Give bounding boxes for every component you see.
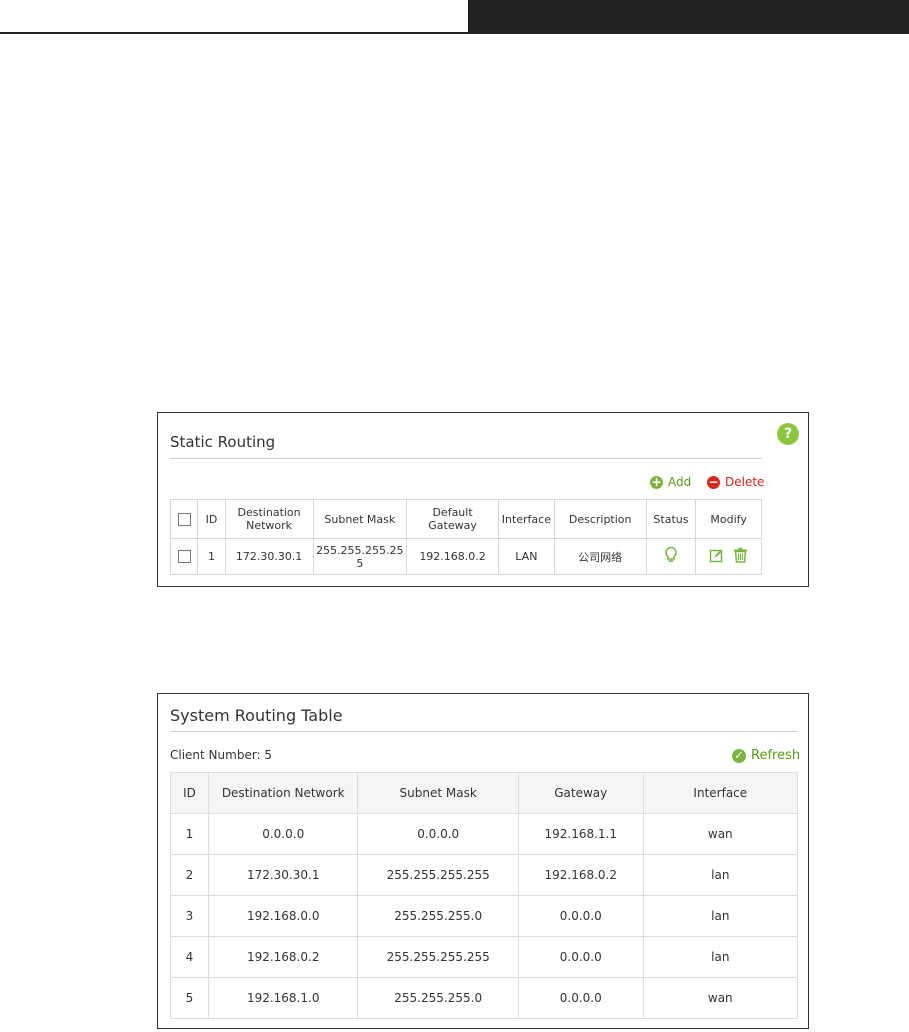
table-row: 2 172.30.30.1 255.255.255.255 192.168.0.…: [170, 854, 799, 896]
minus-circle-icon: −: [707, 474, 720, 489]
table-row: 3 192.168.0.0 255.255.255.0 0.0.0.0 lan: [170, 895, 799, 937]
select-all-cell: [169, 499, 199, 539]
cell-destination: 172.30.30.1: [207, 854, 359, 896]
col-subnet-mask: Subnet Mask: [357, 772, 519, 814]
cell-modify: [695, 538, 762, 575]
add-button[interactable]: + Add: [650, 475, 691, 489]
col-id: ID: [197, 499, 226, 539]
cell-id: 1: [170, 813, 209, 855]
col-gateway: Default Gateway: [406, 499, 500, 539]
delete-button[interactable]: − Delete: [707, 475, 764, 489]
cell-destination: 192.168.1.0: [207, 977, 359, 1019]
row-select-cell: [169, 538, 199, 575]
table-row: 4 192.168.0.2 255.255.255.255 0.0.0.0 la…: [170, 936, 799, 978]
cell-destination: 172.30.30.1: [224, 538, 314, 575]
cell-id: 3: [170, 895, 209, 937]
system-routing-title: System Routing Table: [170, 706, 343, 725]
table-header-row: ID Destination Network Subnet Mask Defau…: [169, 499, 762, 539]
add-label: Add: [668, 475, 692, 489]
cell-interface: wan: [642, 813, 799, 855]
system-routing-panel: System Routing Table Client Number: 5 ✓ …: [157, 693, 809, 1029]
row-checkbox[interactable]: [177, 550, 191, 564]
static-routing-table: ID Destination Network Subnet Mask Defau…: [169, 499, 762, 575]
cell-id: 5: [170, 977, 209, 1019]
cell-destination: 0.0.0.0: [207, 813, 359, 855]
cell-subnet-mask: 0.0.0.0: [357, 813, 519, 855]
cell-gateway: 0.0.0.0: [517, 977, 644, 1019]
col-interface: Interface: [642, 772, 799, 814]
cell-interface: LAN: [498, 538, 555, 575]
cell-destination: 192.168.0.2: [207, 936, 359, 978]
col-status: Status: [645, 499, 697, 539]
refresh-icon: ✓: [732, 748, 746, 763]
col-id: ID: [170, 772, 209, 814]
cell-interface: wan: [642, 977, 799, 1019]
select-all-checkbox[interactable]: [177, 512, 191, 526]
lightbulb-icon[interactable]: [664, 546, 678, 567]
system-routing-divider: [170, 731, 798, 732]
cell-gateway: 192.168.0.2: [406, 538, 500, 575]
refresh-label: Refresh: [751, 748, 801, 763]
delete-label: Delete: [725, 475, 765, 489]
cell-subnet-mask: 255.255.255.0: [357, 895, 519, 937]
cell-subnet-mask: 255.255.255.255: [357, 854, 519, 896]
cell-gateway: 0.0.0.0: [517, 895, 644, 937]
client-number: Client Number: 5: [170, 748, 273, 762]
cell-gateway: 192.168.1.1: [517, 813, 644, 855]
cell-subnet-mask: 255.255.255.255: [357, 936, 519, 978]
table-row: 1 172.30.30.1 255.255.255.25 5 192.168.0…: [169, 538, 762, 575]
table-row: 5 192.168.1.0 255.255.255.0 0.0.0.0 wan: [170, 977, 799, 1019]
page-header-rule: [0, 32, 909, 34]
col-gateway: Gateway: [517, 772, 644, 814]
cell-subnet-mask: 255.255.255.25 5: [312, 538, 408, 575]
page-header-bar: [468, 0, 909, 32]
col-interface: Interface: [498, 499, 555, 539]
cell-description: 公司网络: [553, 538, 647, 575]
static-routing-divider: [170, 458, 762, 459]
cell-gateway: 0.0.0.0: [517, 936, 644, 978]
cell-subnet-mask: 255.255.255.0: [357, 977, 519, 1019]
cell-interface: lan: [642, 936, 799, 978]
system-routing-table: ID Destination Network Subnet Mask Gatew…: [170, 772, 799, 1019]
col-modify: Modify: [695, 499, 762, 539]
cell-interface: lan: [642, 895, 799, 937]
col-destination: Destination Network: [207, 772, 359, 814]
col-description: Description: [553, 499, 647, 539]
table-row: 1 0.0.0.0 0.0.0.0 192.168.1.1 wan: [170, 813, 799, 855]
table-header-row: ID Destination Network Subnet Mask Gatew…: [170, 772, 799, 814]
cell-status: [645, 538, 697, 575]
cell-id: 2: [170, 854, 209, 896]
col-subnet-mask: Subnet Mask: [312, 499, 408, 539]
plus-circle-icon: +: [650, 474, 663, 489]
edit-icon[interactable]: [709, 548, 724, 566]
cell-destination: 192.168.0.0: [207, 895, 359, 937]
cell-id: 4: [170, 936, 209, 978]
trash-icon[interactable]: [733, 547, 748, 566]
static-routing-title: Static Routing: [170, 433, 276, 451]
refresh-button[interactable]: ✓ Refresh: [732, 748, 800, 763]
cell-id: 1: [197, 538, 226, 575]
cell-interface: lan: [642, 854, 799, 896]
col-destination: Destination Network: [224, 499, 314, 539]
cell-gateway: 192.168.0.2: [517, 854, 644, 896]
help-icon[interactable]: ?: [777, 423, 799, 445]
static-routing-panel: Static Routing + Add − Delete ID Destina…: [157, 412, 809, 587]
